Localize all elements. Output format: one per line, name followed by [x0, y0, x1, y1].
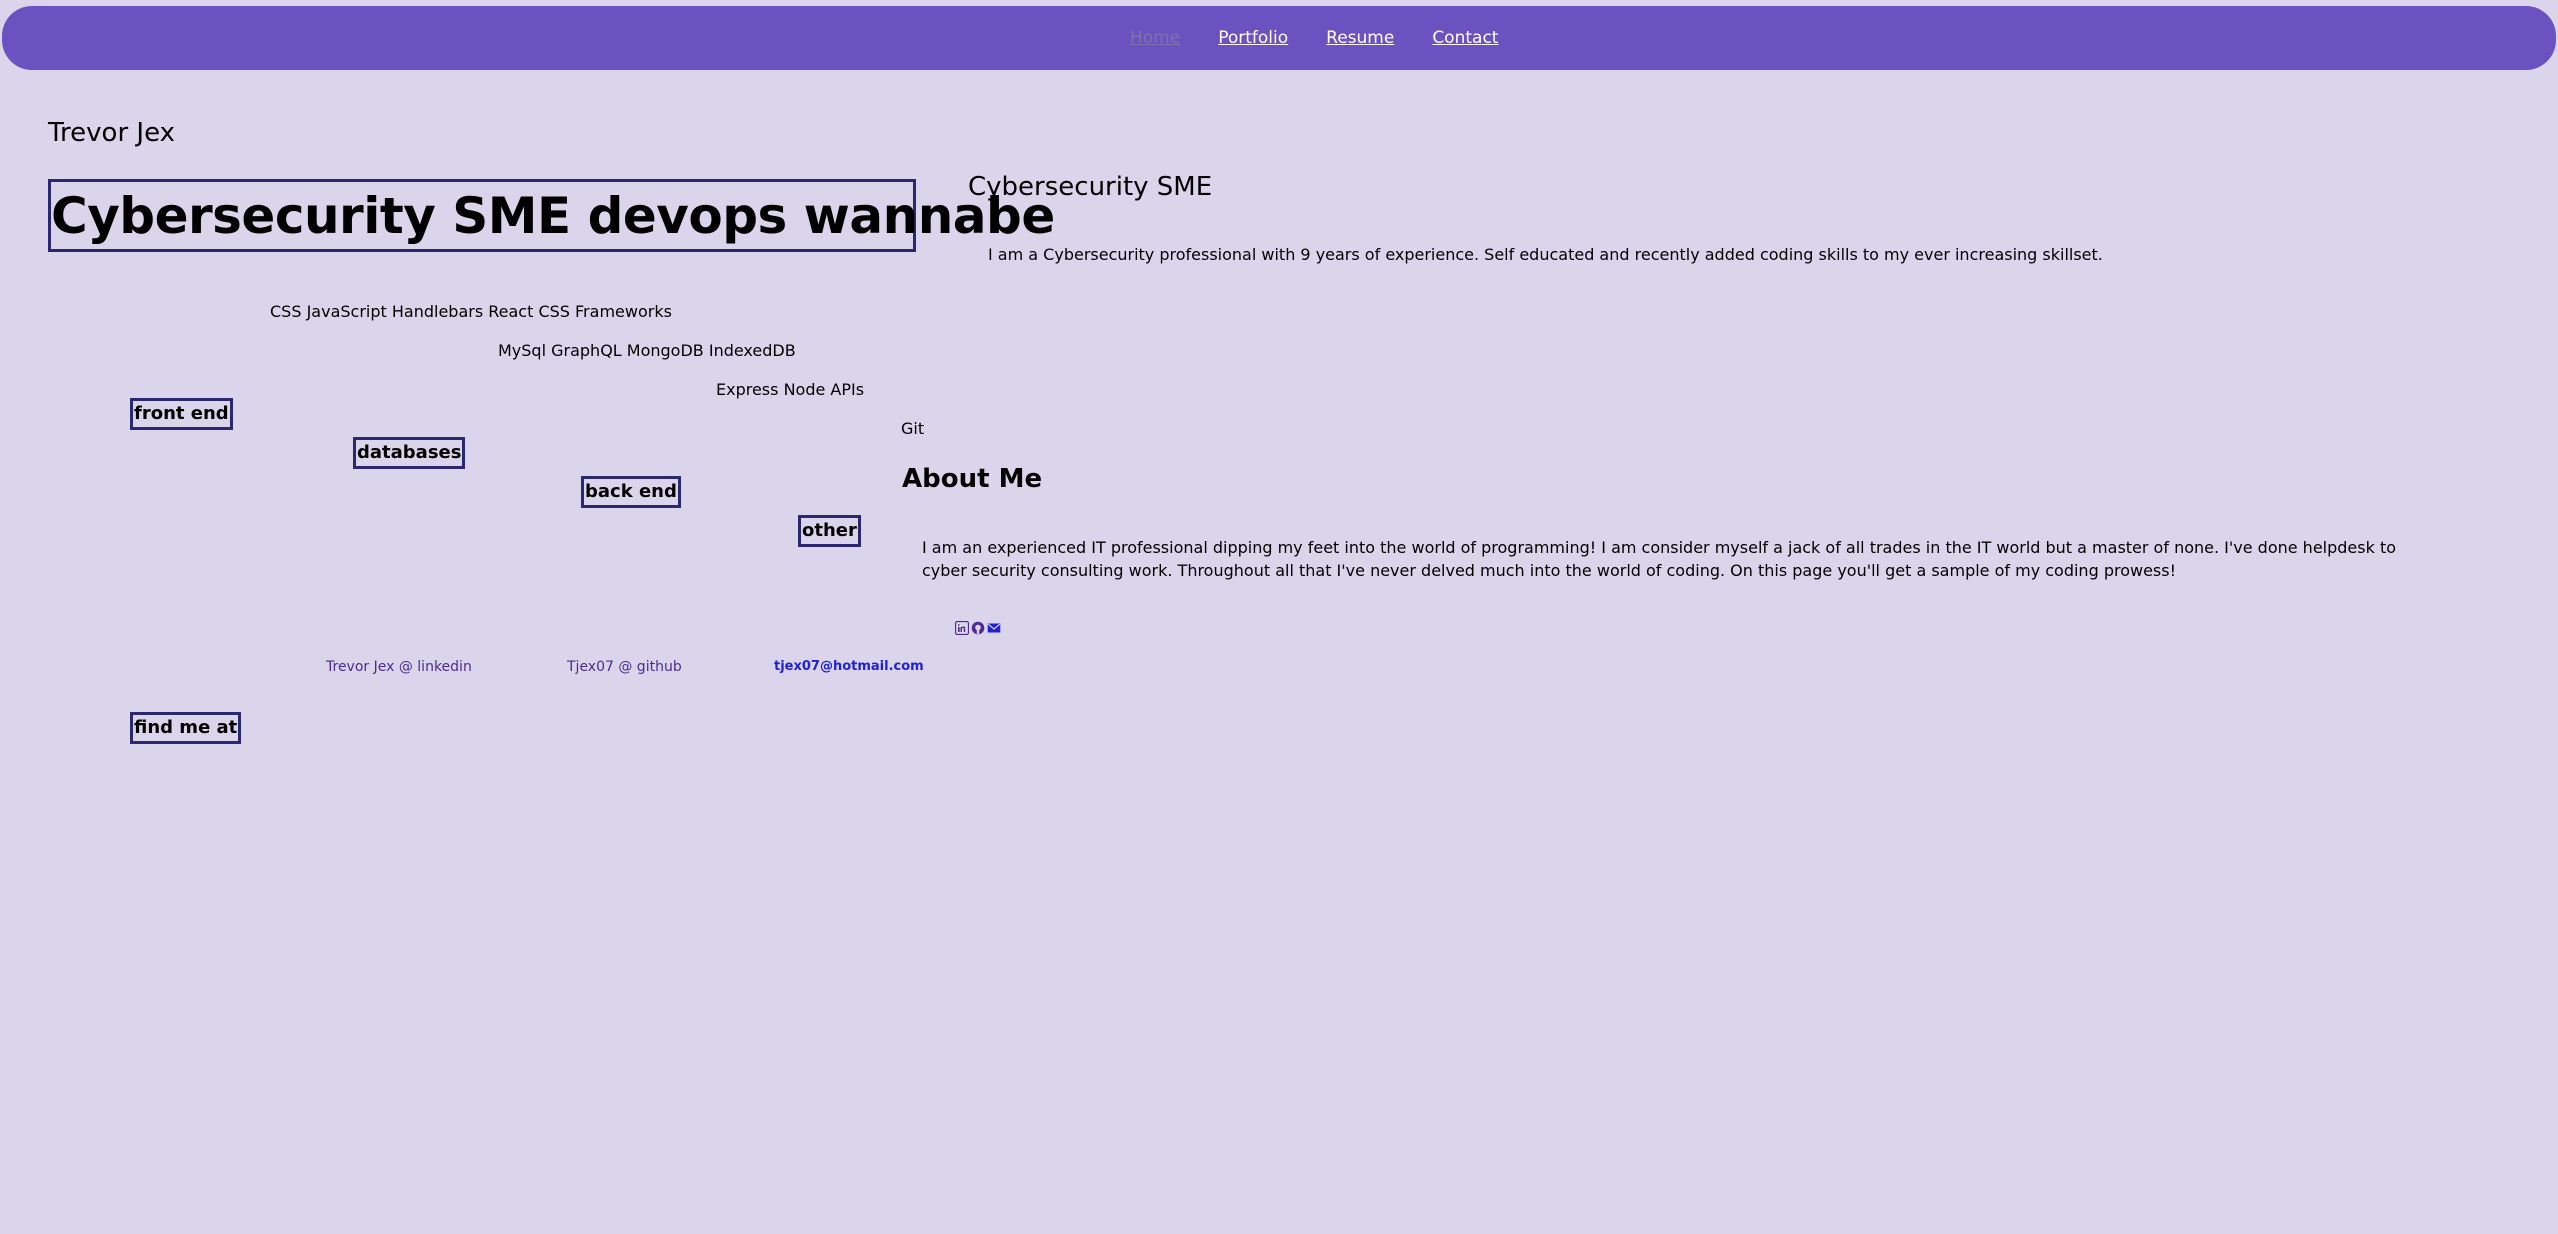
github-icon[interactable] [971, 620, 985, 635]
databases-heading: databases [353, 437, 466, 469]
tagline-box: Cybersecurity SME devops wannabe [48, 179, 1055, 252]
nav-link-home[interactable]: Home [1130, 28, 1180, 48]
page-title: Cybersecurity SME devops wannabe [51, 186, 1055, 245]
intro-title: Cybersecurity SME [968, 172, 1213, 202]
back-end-skills: Express Node APIs [716, 380, 865, 399]
about-heading: About Me [902, 464, 1043, 494]
intro-description: I am a Cybersecurity professional with 9… [988, 245, 2103, 264]
nav-link-portfolio[interactable]: Portfolio [1218, 28, 1288, 48]
nav-link-resume[interactable]: Resume [1326, 28, 1394, 48]
top-nav-bar: Home Portfolio Resume Contact [2, 6, 2556, 70]
find-me-heading: find me at [130, 712, 242, 744]
nav-link-contact[interactable]: Contact [1432, 28, 1498, 48]
page: Home Portfolio Resume Contact Trevor Jex… [0, 0, 2558, 1234]
nav-links: Home Portfolio Resume Contact [1130, 28, 1498, 48]
back-end-heading: back end [581, 476, 681, 508]
email-icon[interactable] [987, 620, 1001, 634]
other-heading: other [798, 515, 861, 547]
social-icons [954, 620, 1001, 636]
about-body: I am an experienced IT professional dipp… [922, 538, 2397, 580]
front-end-heading: front end [130, 398, 233, 430]
front-end-skills: CSS JavaScript Handlebars React CSS Fram… [270, 302, 672, 321]
linkedin-link[interactable]: Trevor Jex @ linkedin [326, 659, 472, 675]
site-name: Trevor Jex [48, 118, 176, 148]
linkedin-icon[interactable] [954, 620, 970, 636]
database-skills: MySql GraphQL MongoDB IndexedDB [498, 341, 796, 360]
github-link[interactable]: Tjex07 @ github [567, 659, 682, 675]
other-skills: Git [901, 419, 925, 438]
email-link[interactable]: tjex07@hotmail.com [774, 659, 924, 674]
